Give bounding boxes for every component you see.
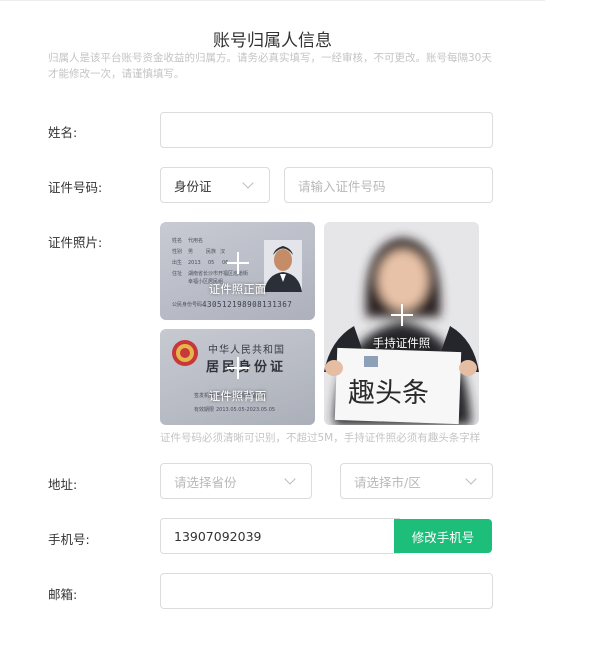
svg-text:住址: 住址 (172, 270, 182, 277)
national-emblem-icon (172, 340, 198, 366)
id-photo-label: 证件照片: (48, 235, 103, 250)
id-back-caption: 证件照背面 (208, 389, 267, 403)
id-type-value: 身份证 (174, 178, 212, 194)
svg-text:民族: 民族 (206, 248, 216, 255)
svg-text:中华人民共和国: 中华人民共和国 (208, 343, 285, 356)
id-back-upload[interactable]: 中华人民共和国 居民身份证 签发机关 长沙市公安局开福分局 有效期限 2013.… (160, 329, 315, 425)
svg-text:汉: 汉 (220, 248, 225, 255)
svg-text:公民身份号码: 公民身份号码 (172, 301, 202, 308)
svg-text:姓名: 姓名 (172, 237, 182, 244)
email-label: 邮箱: (48, 587, 78, 602)
city-placeholder: 请选择市/区 (354, 474, 421, 490)
address-label: 地址: (48, 477, 78, 492)
svg-text:430512198908131367: 430512198908131367 (202, 300, 292, 309)
svg-text:有效期限: 有效期限 (194, 406, 214, 413)
change-phone-button[interactable]: 修改手机号 (394, 519, 492, 553)
province-select[interactable]: 请选择省份 (160, 463, 312, 499)
svg-text:性别: 性别 (172, 248, 182, 255)
name-input[interactable] (160, 112, 493, 148)
chevron-down-icon (284, 473, 296, 485)
chevron-down-icon (465, 473, 477, 485)
id-number-input[interactable]: 请输入证件号码 (284, 167, 493, 203)
upload-hint: 证件号码必须清晰可识别，不超过5M，手持证件照必须有趣头条字样 (160, 432, 481, 444)
svg-text:05: 05 (208, 260, 214, 266)
svg-text:代用名: 代用名 (188, 237, 203, 244)
svg-text:趣头条: 趣头条 (348, 378, 429, 409)
phone-label: 手机号: (48, 532, 90, 547)
id-type-select[interactable]: 身份证 (160, 167, 270, 203)
svg-text:出生: 出生 (172, 259, 182, 266)
province-placeholder: 请选择省份 (174, 474, 237, 490)
page-title: 账号归属人信息 (213, 31, 332, 51)
top-divider (0, 0, 545, 1)
id-front-caption: 证件照正面 (208, 282, 267, 296)
city-select[interactable]: 请选择市/区 (340, 463, 493, 499)
id-front-upload[interactable]: 姓名 代用名 性别 男 民族 汉 出生 2013 05 06 住址 湖南省长沙市… (160, 222, 315, 320)
svg-text:男: 男 (188, 249, 193, 255)
plus-icon (226, 252, 249, 274)
page-description: 归属人是该平台账号资金收益的归属方。请务必真实填写，一经审核，不可更改。账号每隔… (48, 52, 492, 80)
phone-input[interactable]: 13907092039 (160, 518, 400, 554)
handheld-id-upload[interactable]: 趣头条 手持证件照 (324, 222, 479, 425)
plus-icon (226, 357, 249, 379)
handheld-caption: 手持证件照 (372, 336, 431, 350)
id-number-label: 证件号码: (48, 180, 103, 195)
svg-text:2013.05.05-2023.05.05: 2013.05.05-2023.05.05 (216, 407, 275, 413)
svg-text:2013: 2013 (188, 260, 201, 266)
plus-icon (390, 304, 413, 326)
chevron-down-icon (242, 177, 254, 189)
name-label: 姓名: (48, 125, 78, 140)
email-input[interactable] (160, 573, 493, 609)
